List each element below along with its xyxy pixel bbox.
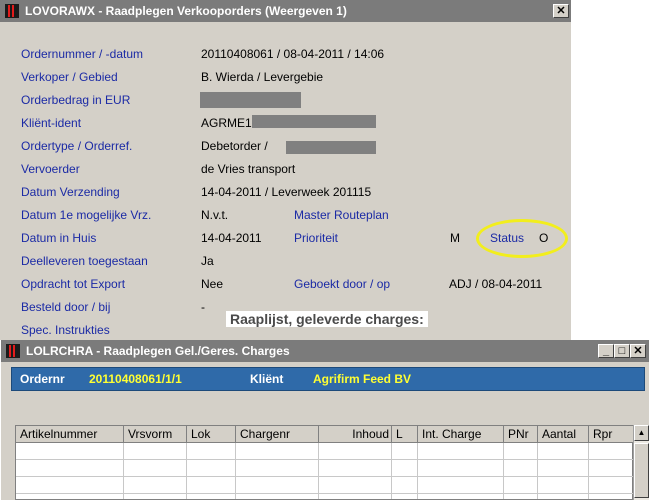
section-caption: Raaplijst, geleverde charges: [226,311,428,327]
verkooporders-window: LOVORAWX - Raadplegen Verkooporders (Wee… [0,0,571,340]
column-header-artikelnummer[interactable]: Artikelnummer [16,426,124,443]
label-deelleveren: Deelleveren toegestaan [21,254,148,268]
column-header-vrsvorm[interactable]: Vrsvorm [124,426,187,443]
label-verkoper: Verkoper / Gebied [21,70,118,84]
label-vervoerder: Vervoerder [21,162,80,176]
status-highlight-ring [476,219,568,258]
table-row[interactable] [16,477,634,494]
value-datum-in-huis: 14-04-2011 [201,231,262,245]
scroll-up-icon[interactable]: ▲ [634,425,649,441]
value-deelleveren: Ja [201,254,214,268]
label-klient-ident: Kliënt-ident [21,116,82,130]
app-icon [6,344,20,358]
ordernr-label: Ordernr [20,372,65,386]
close-button[interactable]: ✕ [630,344,646,358]
close-button[interactable]: ✕ [553,4,569,18]
column-header-aantal[interactable]: Aantal [538,426,589,443]
charges-grid[interactable]: Artikelnummer Vrsvorm Lok Chargenr Inhou… [15,425,634,500]
minimize-button[interactable]: _ [598,344,614,358]
order-header-panel: Ordernr 20110408061/1/1 Kliënt Agrifirm … [11,367,645,391]
value-datum-mogelijke-vrz: N.v.t. [201,208,229,222]
label-opdracht-export: Opdracht tot Export [21,277,126,291]
label-prioriteit: Prioriteit [294,231,339,245]
label-datum-verzending: Datum Verzending [21,185,120,199]
value-vervoerder: de Vries transport [201,162,296,176]
column-header-inhoud[interactable]: Inhoud [319,426,392,443]
table-row[interactable] [16,443,634,460]
maximize-button[interactable]: □ [614,344,630,358]
klient-label: Kliënt [250,372,284,386]
scroll-thumb[interactable] [634,443,649,498]
label-master-routeplan: Master Routeplan [294,208,389,222]
label-datum-mogelijke-vrz: Datum 1e mogelijke Vrz. [21,208,152,222]
window2-title: LOLRCHRA - Raadplegen Gel./Geres. Charge… [26,344,290,358]
label-datum-in-huis: Datum in Huis [21,231,97,245]
charges-window: LOLRCHRA - Raadplegen Gel./Geres. Charge… [0,340,649,500]
value-ordernummer: 20110408061 / 08-04-2011 / 14:06 [201,47,385,61]
value-klient-ident: AGRME1 [201,116,252,130]
klient-value: Agrifirm Feed BV [313,372,412,386]
label-besteld-door: Besteld door / bij [21,300,111,314]
column-header-pnr[interactable]: PNr [504,426,538,443]
column-header-l[interactable]: L [392,426,418,443]
label-ordernummer: Ordernummer / -datum [21,47,144,61]
value-datum-verzending: 14-04-2011 / Leverweek 201115 [201,185,372,199]
value-geboekt-door: ADJ / 08-04-2011 [449,277,543,291]
ordernr-value: 20110408061/1/1 [89,372,182,386]
column-header-chargenr[interactable]: Chargenr [236,426,319,443]
value-prioriteit: M [450,231,460,245]
label-spec-instrukties: Spec. Instrukties [21,323,110,337]
redacted-klient-ident [252,115,376,128]
label-ordertype: Ordertype / Orderref. [21,139,133,153]
app-icon [5,4,19,18]
value-besteld-door: - [201,300,205,314]
value-ordertype: Debetorder / [201,139,268,153]
redacted-orderbedrag [200,92,301,108]
redacted-orderref [286,141,376,154]
window2-titlebar[interactable]: LOLRCHRA - Raadplegen Gel./Geres. Charge… [1,340,649,362]
window1-titlebar[interactable]: LOVORAWX - Raadplegen Verkooporders (Wee… [0,0,571,22]
value-verkoper: B. Wierda / Levergebie [201,70,324,84]
label-geboekt-door: Geboekt door / op [294,277,391,291]
value-opdracht-export: Nee [201,277,224,291]
column-header-lok[interactable]: Lok [187,426,236,443]
window1-title: LOVORAWX - Raadplegen Verkooporders (Wee… [25,4,347,18]
column-header-int-charge[interactable]: Int. Charge [418,426,504,443]
vertical-scrollbar[interactable]: ▲ [633,425,649,500]
column-header-rpr[interactable]: Rpr [589,426,634,443]
table-row[interactable] [16,460,634,477]
label-orderbedrag: Orderbedrag in EUR [21,93,131,107]
